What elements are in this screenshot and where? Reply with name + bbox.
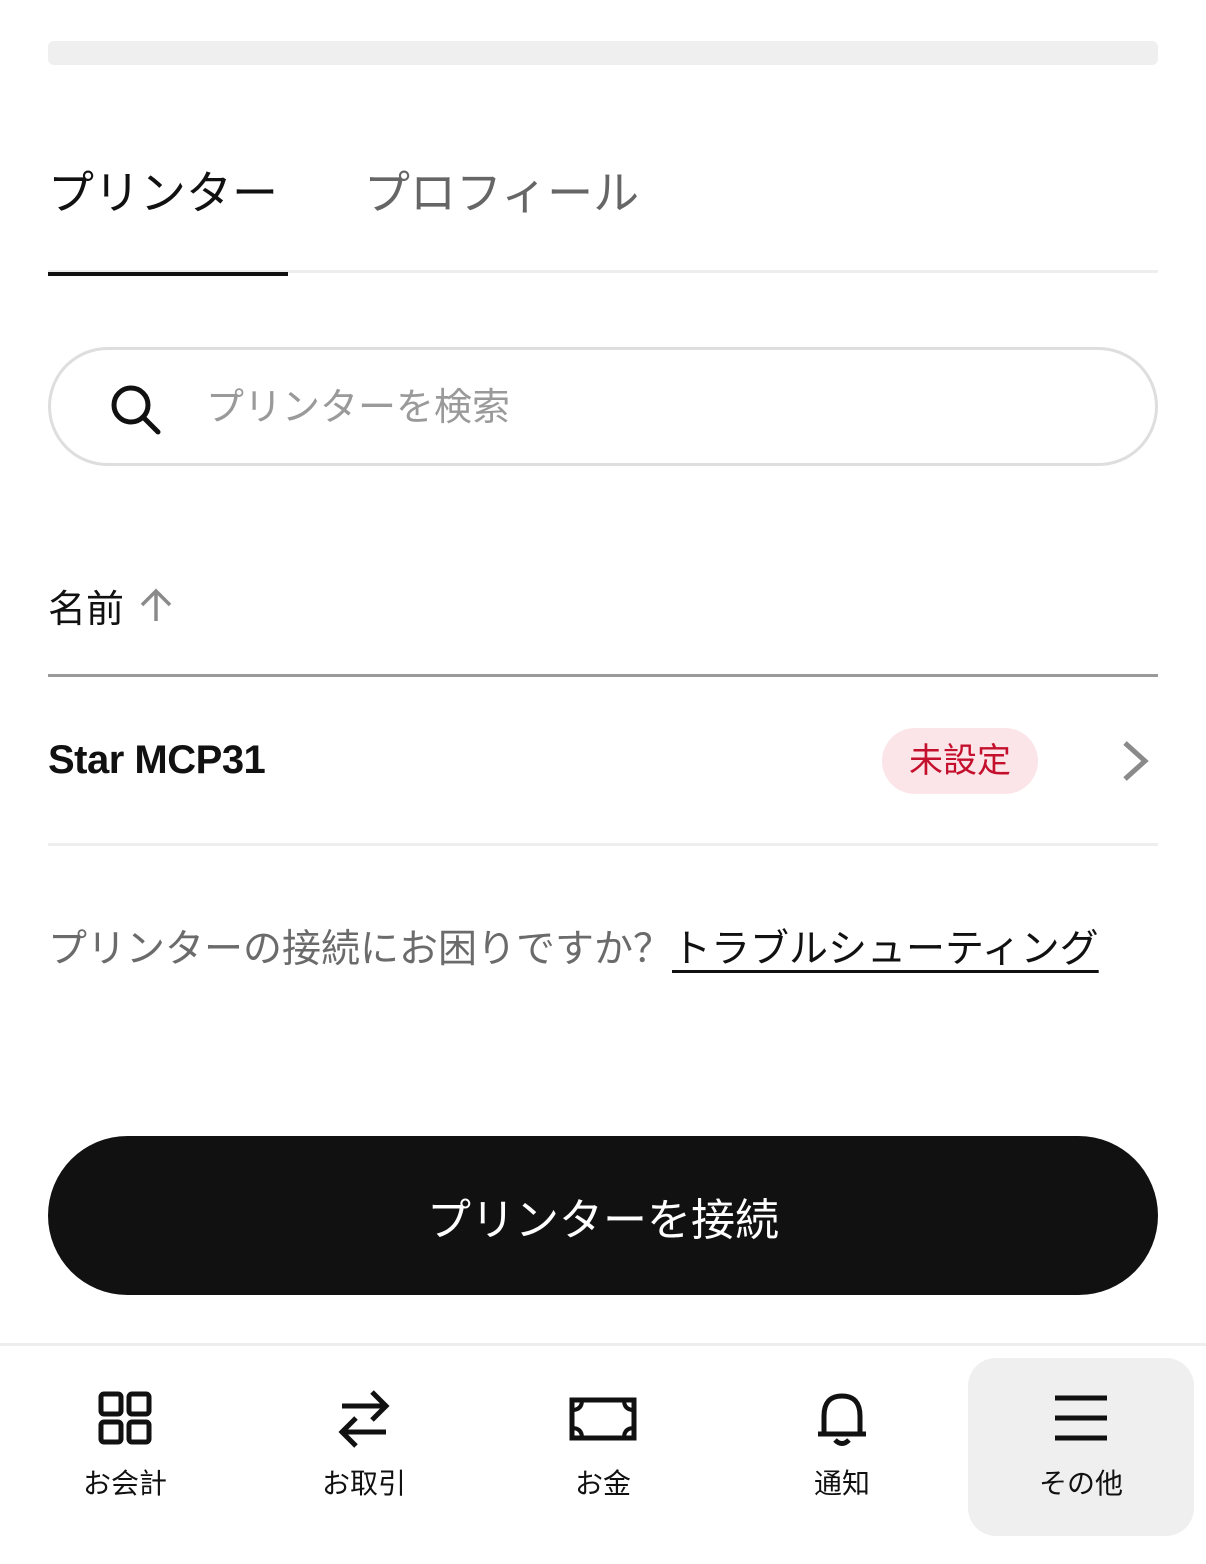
nav-item-more[interactable]: その他 [968, 1358, 1194, 1536]
bottom-nav: お会計 お取引 お金 通知 その他 [0, 1343, 1206, 1564]
transfer-arrows-icon [338, 1390, 390, 1448]
column-header-name[interactable]: 名前 [48, 560, 174, 650]
nav-item-transactions[interactable]: お取引 [251, 1358, 477, 1536]
status-badge: 未設定 [882, 728, 1038, 794]
search-input[interactable] [206, 370, 1106, 444]
troubleshooting-link[interactable]: トラブルシューティング [672, 927, 1099, 972]
chevron-right-icon [1123, 741, 1149, 781]
nav-label-checkout: お会計 [82, 1467, 167, 1500]
nav-label-money: お金 [574, 1467, 631, 1500]
grid-icon [98, 1391, 152, 1445]
bell-icon [818, 1393, 866, 1446]
connect-printer-button[interactable]: プリンターを接続 [48, 1136, 1158, 1295]
menu-icon [1055, 1395, 1107, 1441]
tab-printer[interactable]: プリンター [48, 150, 288, 276]
search-icon [111, 385, 161, 435]
sort-ascending-icon [140, 588, 172, 621]
tab-bar: プリンター プロフィール [48, 150, 1158, 276]
nav-label-more: その他 [1038, 1467, 1123, 1500]
nav-label-notifications: 通知 [813, 1467, 870, 1500]
nav-item-notifications[interactable]: 通知 [729, 1358, 955, 1536]
nav-item-checkout[interactable]: お会計 [12, 1358, 238, 1536]
printer-row[interactable]: Star MCP31 未設定 [48, 677, 1158, 846]
printer-name: Star MCP31 [48, 738, 266, 782]
search-bar [48, 347, 1158, 466]
help-text: プリンターの接続にお困りですか？トラブルシューティング [48, 917, 1158, 983]
top-placeholder-bar [48, 41, 1158, 65]
page: プリンター プロフィール 名前 Star MCP31 未設定 プリンターの接続に… [0, 0, 1206, 1564]
help-question: プリンターの接続にお困りですか？ [48, 927, 673, 972]
nav-label-transactions: お取引 [321, 1467, 406, 1500]
tab-profile[interactable]: プロフィール [364, 150, 639, 273]
nav-item-money[interactable]: お金 [490, 1358, 716, 1536]
banknote-icon [569, 1397, 637, 1441]
column-header-label: 名前 [48, 586, 125, 631]
